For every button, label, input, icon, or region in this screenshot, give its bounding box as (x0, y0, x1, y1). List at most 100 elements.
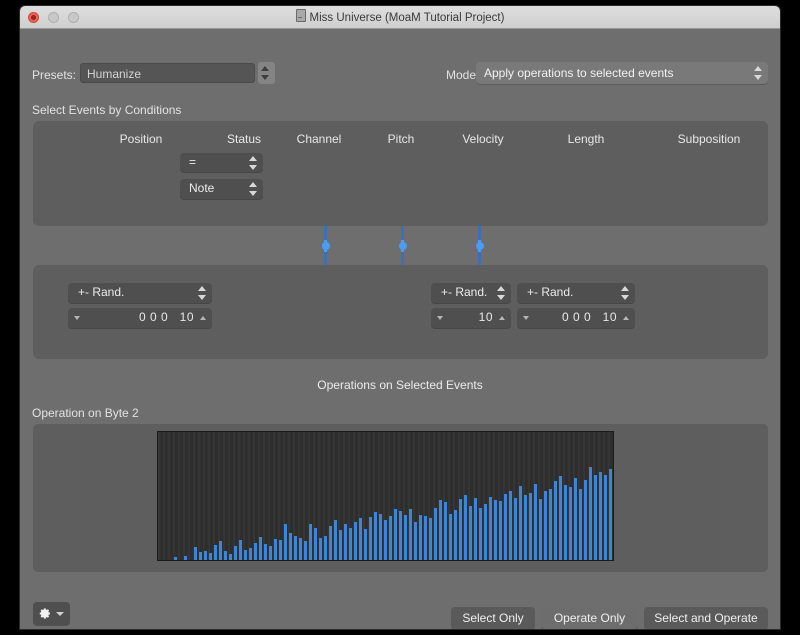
chart-bar (364, 529, 367, 560)
chart-bar (504, 493, 507, 560)
operate-only-button[interactable]: Operate Only (541, 607, 638, 629)
chart-bar (204, 551, 207, 560)
chart-bar (324, 535, 327, 560)
chart-bar (309, 524, 312, 560)
decrement-icon[interactable] (523, 316, 529, 320)
select-and-operate-button[interactable]: Select and Operate (644, 607, 768, 629)
presets-input[interactable]: Humanize (80, 63, 255, 83)
column-header-pitch: Pitch (387, 132, 415, 146)
updown-stepper-icon (249, 155, 258, 170)
chart-bar (209, 553, 212, 560)
chart-bar (429, 517, 432, 560)
conditions-panel: Position Status Channel Pitch Velocity L… (33, 121, 768, 226)
column-header-channel: Channel (296, 132, 342, 146)
chart-bar (199, 552, 202, 560)
chart-bar (559, 476, 562, 560)
decrement-icon[interactable] (437, 316, 443, 320)
chart-bar (509, 490, 512, 560)
operation-length-dropdown[interactable]: +- Rand. (517, 283, 635, 303)
connector-pitch (398, 226, 407, 266)
value-velocity-field[interactable]: 10 (431, 308, 511, 328)
chart-bar (484, 504, 487, 560)
status-value-dropdown[interactable]: Note (180, 179, 263, 199)
chart-bar (219, 540, 222, 560)
value-position-field[interactable]: 0 0 0 10 (68, 308, 212, 328)
chart-bar (524, 494, 527, 560)
chart-bar (274, 538, 277, 560)
chart-bar (279, 539, 282, 560)
document-icon (295, 9, 306, 22)
increment-icon[interactable] (499, 316, 505, 320)
column-header-status: Status (226, 132, 262, 146)
connector-dot (475, 242, 484, 250)
operation-position-value: +- Rand. (78, 285, 125, 299)
column-header-subposition: Subposition (677, 132, 741, 146)
decrement-icon[interactable] (74, 316, 80, 320)
chart-bar (514, 497, 517, 560)
velocity-bar-chart[interactable] (157, 431, 614, 561)
presets-label: Presets: (32, 68, 77, 82)
chart-bar (259, 536, 262, 560)
chart-bar (184, 556, 187, 560)
chart-bar (399, 511, 402, 560)
selected-events-title: Operations on Selected Events (317, 378, 483, 392)
updown-stepper-icon (497, 286, 506, 300)
chart-bar (359, 517, 362, 560)
increment-icon[interactable] (623, 316, 629, 320)
chart-bar (214, 544, 217, 560)
chart-bar (499, 501, 502, 560)
chevron-down-icon (56, 612, 64, 616)
chart-bar (424, 515, 427, 560)
chart-bar (334, 519, 337, 560)
chart-bars (158, 432, 613, 560)
byte-operation-label: Operation on Byte 2 (32, 406, 139, 420)
chart-bar (244, 550, 247, 560)
operation-velocity-dropdown[interactable]: +- Rand. (431, 283, 511, 303)
conditions-heading: Select Events by Conditions (32, 103, 182, 117)
chart-bar (194, 546, 197, 560)
chart-bar (539, 499, 542, 560)
settings-menu-button[interactable] (33, 602, 70, 625)
value-length-field[interactable]: 0 0 0 10 (517, 308, 635, 328)
chart-bar (389, 515, 392, 560)
chart-bar (174, 557, 177, 560)
chart-bar (419, 514, 422, 560)
chart-bar (239, 539, 242, 560)
column-header-length: Length (567, 132, 605, 146)
chart-bar (479, 508, 482, 560)
chart-bar (474, 497, 477, 560)
increment-icon[interactable] (200, 316, 206, 320)
chart-bar (454, 510, 457, 560)
updown-stepper-icon (249, 182, 258, 196)
chart-bar (284, 523, 287, 560)
chart-bar (609, 468, 612, 560)
connector-dot (321, 242, 330, 250)
chart-bar (249, 548, 252, 560)
status-operator-dropdown[interactable]: = (180, 153, 263, 172)
window-titlebar: Miss Universe (MoaM Tutorial Project) (20, 6, 780, 29)
operation-length-value: +- Rand. (527, 285, 574, 299)
chart-bar (289, 533, 292, 560)
select-only-button[interactable]: Select Only (451, 607, 535, 629)
chart-bar (379, 513, 382, 560)
operation-position-dropdown[interactable]: +- Rand. (68, 283, 212, 303)
status-operator-value: = (189, 155, 197, 169)
chart-bar (594, 475, 597, 560)
plugin-window: Miss Universe (MoaM Tutorial Project) Pr… (20, 6, 780, 629)
graph-panel (33, 424, 768, 572)
chart-bar (569, 487, 572, 560)
value-length-text: 0 0 0 10 (561, 310, 617, 324)
chart-bar (319, 537, 322, 560)
window-content: Presets: Humanize Mode: Apply operations… (20, 29, 780, 629)
chart-bar (529, 492, 532, 560)
chart-bar (344, 524, 347, 560)
mode-dropdown[interactable]: Apply operations to selected events (476, 62, 768, 84)
updown-stepper-icon (261, 66, 270, 80)
chart-bar (349, 528, 352, 560)
chart-bar (354, 521, 357, 560)
chart-bar (579, 488, 582, 560)
chart-bar (254, 542, 257, 560)
presets-stepper[interactable] (258, 62, 275, 84)
chart-bar (224, 551, 227, 560)
chart-bar (449, 513, 452, 560)
